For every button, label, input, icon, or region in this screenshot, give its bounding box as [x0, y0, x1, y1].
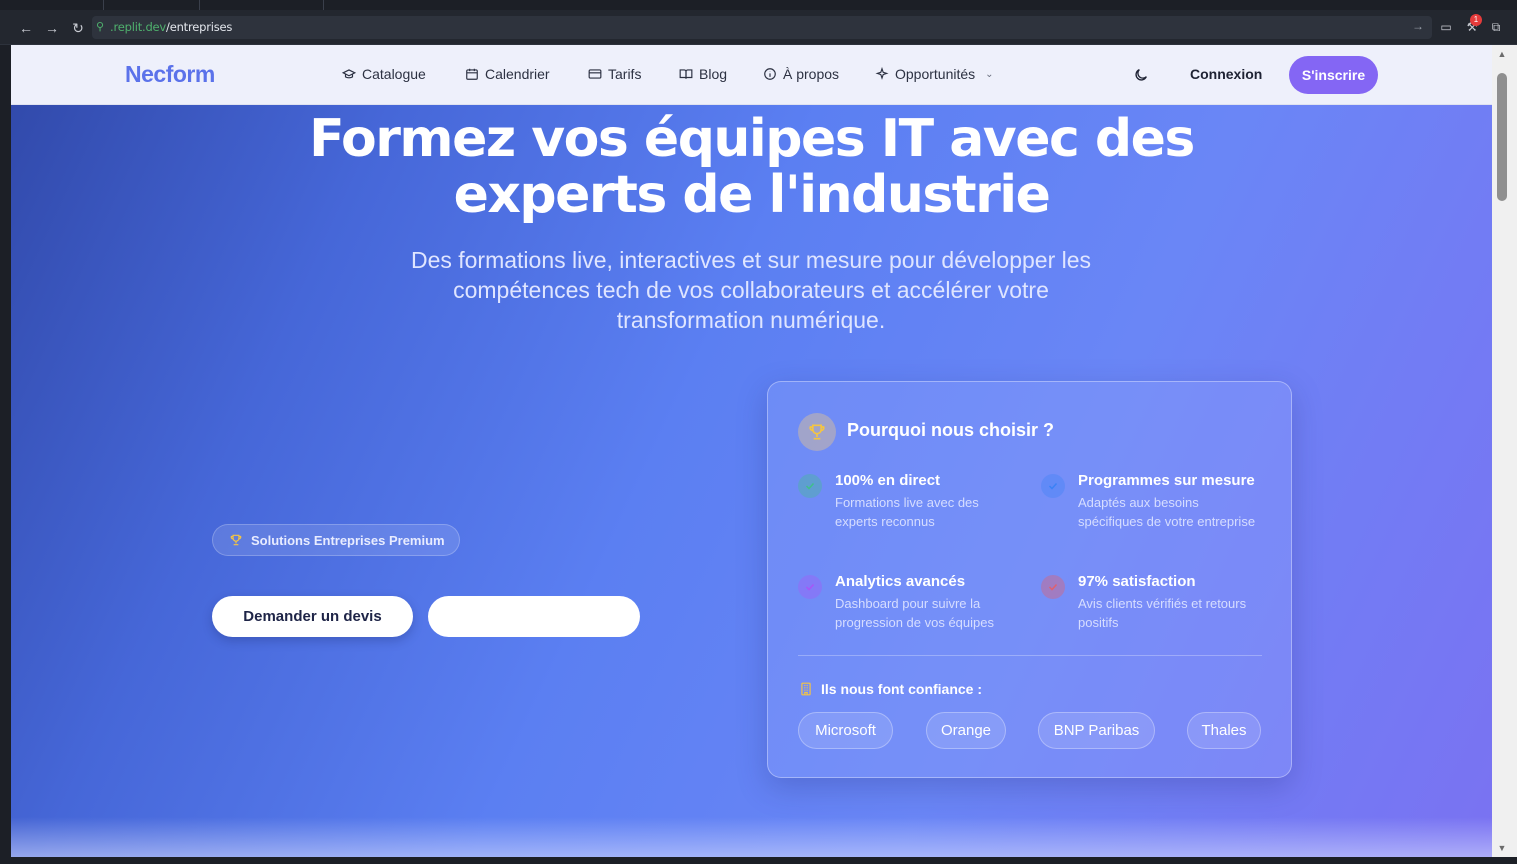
- check-icon: [798, 474, 822, 498]
- feature-desc: Dashboard pour suivre la progression de …: [835, 596, 994, 630]
- credit-card-icon: [588, 69, 602, 79]
- forward-icon[interactable]: →: [42, 18, 62, 38]
- scrollbar-thumb[interactable]: [1497, 73, 1507, 201]
- book-open-icon: [679, 69, 693, 79]
- logo[interactable]: Necform: [125, 61, 215, 88]
- feature-title: 100% en direct: [835, 472, 941, 489]
- why-choose-us-card: Pourquoi nous choisir ? 100% en direct F…: [767, 381, 1292, 778]
- reload-icon[interactable]: ↻: [68, 18, 88, 38]
- nav-calendrier[interactable]: Calendrier: [465, 66, 550, 82]
- info-icon: [764, 68, 776, 80]
- check-icon: [1041, 474, 1065, 498]
- calendar-icon: [466, 68, 478, 80]
- trophy-icon: [230, 534, 242, 546]
- secondary-cta-button[interactable]: [428, 596, 640, 637]
- browser-toolbar: ← → ↻ ⚲ .replit.dev/entreprises → ▭ ⚒ ⧉: [0, 10, 1517, 45]
- nav-blog[interactable]: Blog: [679, 66, 727, 82]
- browser-tab[interactable]: [104, 0, 200, 10]
- trophy-icon: [809, 424, 825, 440]
- browser-tab[interactable]: [0, 0, 104, 10]
- feature-desc: Formations live avec des experts reconnu…: [835, 495, 979, 529]
- feature-title: 97% satisfaction: [1078, 573, 1196, 590]
- feature-desc: Avis clients vérifiés et retours positif…: [1078, 596, 1247, 630]
- open-external-icon[interactable]: ⧉: [1487, 18, 1505, 36]
- trust-label: Ils nous font confiance :: [799, 681, 982, 697]
- request-quote-button[interactable]: Demander un devis: [212, 596, 413, 637]
- back-icon[interactable]: ←: [16, 18, 36, 38]
- chevron-down-icon: ⌄: [985, 68, 994, 80]
- signup-button[interactable]: S'inscrire: [1289, 56, 1378, 94]
- moon-icon[interactable]: [1133, 67, 1149, 83]
- site-header: Necform Catalogue Calendrier Tarifs Blog…: [11, 45, 1492, 105]
- browser-tab[interactable]: [200, 0, 324, 10]
- nav-catalogue[interactable]: Catalogue: [342, 66, 426, 82]
- hero-subtitle: Des formations live, interactives et sur…: [410, 247, 1092, 333]
- check-icon: [798, 575, 822, 599]
- scroll-down-icon[interactable]: ▼: [1496, 843, 1508, 853]
- company-chip: BNP Paribas: [1038, 712, 1155, 749]
- page-scrollbar[interactable]: ▲ ▼: [1492, 45, 1517, 857]
- browser-tab-strip: [0, 0, 1517, 10]
- nav-a-propos[interactable]: À propos: [763, 66, 839, 82]
- cast-icon[interactable]: ▭: [1437, 18, 1455, 36]
- feature-title: Programmes sur mesure: [1078, 472, 1255, 489]
- graduation-cap-icon: [342, 69, 356, 79]
- go-icon[interactable]: →: [1412, 19, 1424, 33]
- nav-opportunites[interactable]: Opportunités ⌄: [875, 66, 994, 82]
- company-chip: Orange: [926, 712, 1006, 749]
- premium-badge: Solutions Entreprises Premium: [212, 524, 460, 556]
- hero-title-line: experts de l'industrie: [453, 165, 1051, 225]
- company-chip: Thales: [1187, 712, 1261, 749]
- building-icon: [801, 682, 811, 696]
- company-chip: Microsoft: [798, 712, 893, 749]
- feature-desc: Adaptés aux besoins spécifiques de votre…: [1078, 495, 1256, 529]
- section-fade: [11, 817, 1492, 857]
- nav-tarifs[interactable]: Tarifs: [588, 66, 641, 82]
- check-icon: [1041, 575, 1065, 599]
- link-icon: ⚲: [96, 21, 105, 33]
- left-edge: [0, 45, 11, 864]
- sparkles-icon: [875, 67, 889, 80]
- bottom-edge: [0, 857, 1517, 864]
- scroll-up-icon[interactable]: ▲: [1496, 49, 1508, 59]
- login-link[interactable]: Connexion: [1190, 66, 1262, 82]
- notification-badge: 1: [1470, 14, 1482, 26]
- hero-title: Formez vos équipes IT avec des experts d…: [11, 111, 1492, 223]
- url-text: .replit.dev/entreprises: [110, 20, 233, 34]
- address-bar[interactable]: ⚲ .replit.dev/entreprises →: [92, 16, 1432, 39]
- hero-title-line: Formez vos équipes IT avec des: [309, 109, 1195, 169]
- divider: [798, 655, 1262, 656]
- trophy-badge: [798, 413, 836, 451]
- page-viewport: Necform Catalogue Calendrier Tarifs Blog…: [11, 45, 1492, 857]
- card-title: Pourquoi nous choisir ?: [847, 420, 1054, 440]
- feature-title: Analytics avancés: [835, 573, 966, 590]
